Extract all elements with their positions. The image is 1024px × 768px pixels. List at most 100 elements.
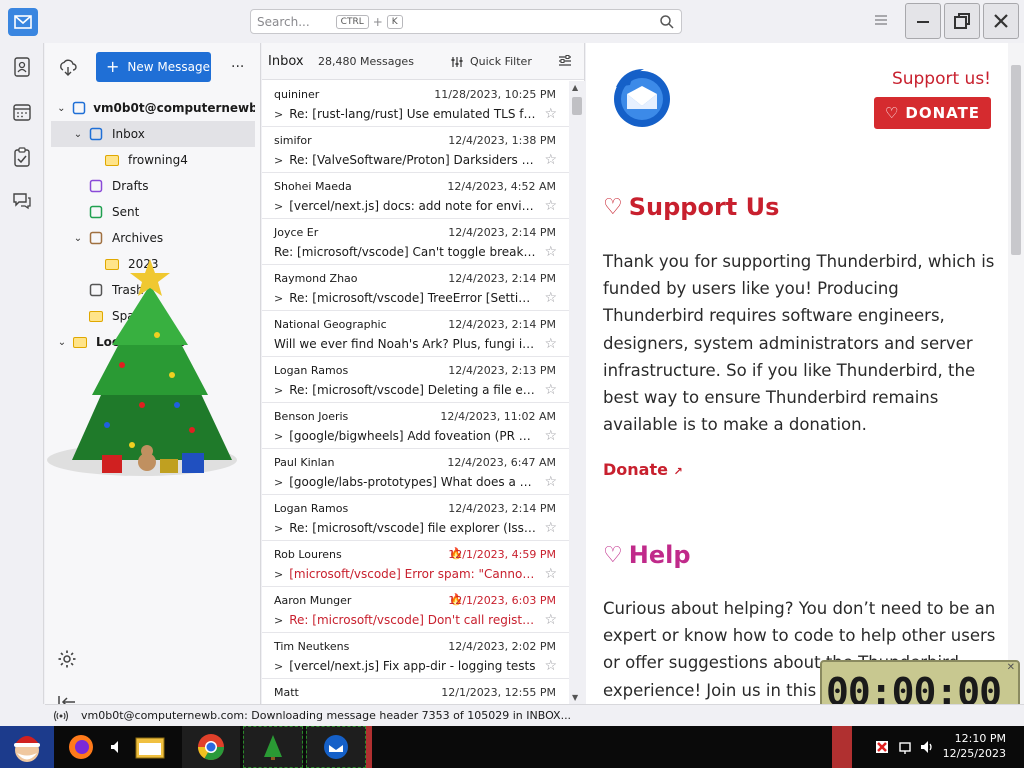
support-us-link[interactable]: Support us! [892, 69, 991, 89]
thread-expand-icon[interactable]: > [274, 568, 283, 581]
message-sender: Tim Neutkens [274, 640, 350, 653]
folder-item[interactable]: frowning4 [51, 147, 255, 173]
taskbar-chrome[interactable] [182, 726, 240, 768]
app-menu-icon[interactable] [873, 13, 889, 27]
star-icon[interactable]: ☆ [544, 106, 557, 122]
quick-filter-button[interactable]: Quick Filter [450, 55, 532, 68]
minimize-icon [917, 21, 929, 23]
scroll-up-icon[interactable]: ▲ [572, 83, 578, 92]
chat-button[interactable] [10, 189, 34, 213]
message-row[interactable]: quininer 11/28/2023, 10:25 PM > Re: [rust-l… [262, 81, 569, 127]
show-desktop-button[interactable] [832, 726, 852, 768]
folder-item[interactable]: ⌄ vm0b0t@computernewb... [51, 95, 255, 121]
thread-expand-icon[interactable]: > [274, 660, 283, 673]
network-icon[interactable] [898, 739, 914, 755]
scroll-thumb[interactable] [572, 97, 582, 115]
star-icon[interactable]: ☆ [544, 520, 557, 536]
folder-item[interactable]: Drafts [51, 173, 255, 199]
thread-expand-icon[interactable]: > [274, 154, 283, 167]
message-row[interactable]: Aaron Munger 🔥 12/1/2023, 6:03 PM > Re: [mic… [262, 587, 569, 633]
message-row[interactable]: Benson Joeris 12/4/2023, 11:02 AM > [google… [262, 403, 569, 449]
message-subject-line: > Re: [microsoft/vscode] Deleting a file … [274, 383, 536, 397]
address-book-button[interactable] [10, 55, 34, 79]
filter-icon [451, 56, 463, 67]
folder-item[interactable]: ⌄ Inbox [51, 121, 255, 147]
message-subject-line: Will we ever find Noah's Ark? Plus, fung… [274, 337, 536, 351]
folder-item[interactable]: Sent [51, 199, 255, 225]
message-row[interactable]: National Geographic 12/4/2023, 2:14 PM Wil… [262, 311, 569, 357]
thread-expand-icon[interactable]: > [274, 292, 283, 305]
sent-icon [89, 205, 105, 219]
calendar-button[interactable] [10, 100, 34, 124]
message-row[interactable]: Rob Lourens 🔥 12/1/2023, 4:59 PM > [microsof… [262, 541, 569, 587]
star-icon[interactable]: ☆ [544, 566, 557, 582]
thread-expand-icon[interactable]: > [274, 200, 283, 213]
message-sender: Logan Ramos [274, 364, 349, 377]
star-icon[interactable]: ☆ [544, 658, 557, 674]
star-icon[interactable]: ☆ [544, 336, 557, 352]
message-sender: Raymond Zhao [274, 272, 358, 285]
message-row[interactable]: Shohei Maeda 12/4/2023, 4:52 AM > [vercel/n… [262, 173, 569, 219]
star-icon[interactable]: ☆ [544, 474, 557, 490]
close-button[interactable] [983, 3, 1019, 39]
star-icon[interactable]: ☆ [544, 244, 557, 260]
volume-quick-icon[interactable] [106, 726, 128, 768]
tasks-icon [14, 147, 30, 167]
message-row[interactable]: Matt12/1/2023, 12:55 PM☆ [262, 679, 569, 704]
online-status-icon[interactable] [53, 710, 69, 722]
quick-launch-firefox[interactable] [56, 726, 106, 768]
restore-button[interactable] [944, 3, 980, 39]
thread-expand-icon[interactable]: > [274, 522, 283, 535]
get-messages-icon[interactable] [59, 59, 77, 77]
list-options-icon[interactable] [558, 54, 572, 68]
thread-expand-icon[interactable]: > [274, 108, 283, 121]
star-icon[interactable]: ☆ [544, 612, 557, 628]
thread-expand-icon[interactable]: > [274, 614, 283, 627]
quick-launch-explorer[interactable] [130, 726, 170, 768]
donate-button[interactable]: ♡ DONATE [874, 97, 991, 129]
star-icon[interactable]: ☆ [544, 382, 557, 398]
content-scroll-thumb[interactable] [1011, 65, 1021, 255]
thread-expand-icon[interactable]: > [274, 384, 283, 397]
message-subject: Re: [rust-lang/rust] Use emulated TLS fo… [289, 107, 536, 121]
christmas-tree-widget[interactable] [32, 255, 257, 495]
star-icon[interactable]: ☆ [544, 290, 557, 306]
network-alert-icon[interactable] [874, 739, 890, 755]
message-row[interactable]: Paul Kinlan 12/4/2023, 6:47 AM > [google/la… [262, 449, 569, 495]
new-message-button[interactable]: + New Message [96, 52, 211, 82]
star-icon[interactable]: ☆ [544, 428, 557, 444]
twisty-icon[interactable]: ⌄ [55, 103, 68, 114]
tray-clock[interactable]: 12:10 PM 12/25/2023 [943, 731, 1006, 761]
folder-label: Archives [112, 231, 164, 245]
message-row[interactable]: Joyce Er 12/4/2023, 2:14 PM Re: [microsoft… [262, 219, 569, 265]
settings-icon[interactable] [57, 649, 77, 669]
thread-expand-icon[interactable]: > [274, 476, 283, 489]
message-date: 12/1/2023, 4:59 PM [448, 548, 556, 561]
message-sender: Benson Joeris [274, 410, 349, 423]
mail-space-button[interactable] [8, 8, 38, 36]
minimize-button[interactable] [905, 3, 941, 39]
start-button[interactable] [0, 726, 54, 768]
content-scrollbar[interactable] [1008, 43, 1024, 704]
twisty-icon[interactable]: ⌄ [71, 233, 85, 244]
star-icon[interactable]: ☆ [544, 198, 557, 214]
taskbar-tree-app[interactable] [243, 726, 303, 768]
message-row[interactable]: Raymond Zhao 12/4/2023, 2:14 PM > Re: [micr… [262, 265, 569, 311]
twisty-icon[interactable]: ⌄ [71, 129, 85, 140]
search-input[interactable]: Search... CTRL + K [250, 9, 682, 34]
folder-pane-more-button[interactable]: ... [231, 55, 244, 71]
timer-close-icon[interactable]: ✕ [1007, 662, 1015, 673]
donate-link[interactable]: Donate ↗ [603, 460, 683, 479]
message-list-scrollbar[interactable]: ▲ ▼ [569, 81, 585, 704]
message-row[interactable]: Logan Ramos 12/4/2023, 2:13 PM > Re: [micro… [262, 357, 569, 403]
tasks-button[interactable] [10, 145, 34, 169]
message-row[interactable]: Tim Neutkens 12/4/2023, 2:02 PM > [vercel/n… [262, 633, 569, 679]
scroll-down-icon[interactable]: ▼ [572, 693, 578, 702]
volume-icon[interactable] [920, 739, 936, 755]
message-row[interactable]: Logan Ramos 12/4/2023, 2:14 PM > Re: [micro… [262, 495, 569, 541]
thread-expand-icon[interactable]: > [274, 430, 283, 443]
folder-item[interactable]: ⌄ Archives [51, 225, 255, 251]
taskbar-thunderbird[interactable] [306, 726, 366, 768]
star-icon[interactable]: ☆ [544, 152, 557, 168]
message-row[interactable]: simifor 12/4/2023, 1:38 PM > Re: [ValveSoft… [262, 127, 569, 173]
